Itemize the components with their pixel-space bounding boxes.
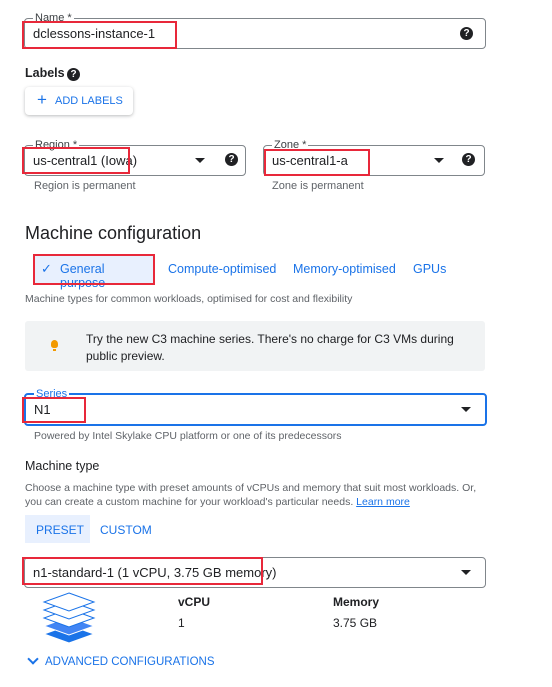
- vcpu-value: 1: [178, 616, 185, 630]
- tab-gpus[interactable]: GPUs: [413, 262, 446, 276]
- chevron-down-icon[interactable]: [434, 158, 444, 163]
- add-labels-label: ADD LABELS: [55, 95, 123, 107]
- labels-heading: Labels: [25, 66, 65, 80]
- tab-compute-optimised[interactable]: Compute-optimised: [168, 262, 276, 276]
- c3-notice: Try the new C3 machine series. There's n…: [25, 321, 485, 371]
- machine-type-value: n1-standard-1 (1 vCPU, 3.75 GB memory): [33, 565, 277, 580]
- region-value: us-central1 (Iowa): [33, 153, 138, 168]
- region-hint: Region is permanent: [34, 180, 136, 192]
- zone-help-icon[interactable]: ?: [462, 153, 475, 166]
- vcpu-label: vCPU: [178, 595, 211, 609]
- region-label: Region *: [33, 138, 80, 152]
- region-select[interactable]: Region * us-central1 (Iowa) ?: [24, 138, 246, 176]
- series-label: Series: [34, 387, 70, 401]
- machine-types-description: Machine types for common workloads, opti…: [25, 293, 353, 305]
- chevron-down-icon: [27, 653, 39, 665]
- add-labels-button[interactable]: + ADD LABELS: [25, 87, 133, 115]
- labels-help-icon[interactable]: ?: [67, 68, 80, 81]
- help-icon[interactable]: ?: [460, 27, 473, 40]
- plus-icon: +: [37, 90, 47, 109]
- zone-value: us-central1-a: [272, 153, 348, 168]
- tab-preset-label: PRESET: [36, 523, 85, 537]
- name-field-label: Name *: [33, 11, 74, 25]
- series-value: N1: [34, 402, 51, 417]
- tab-preset[interactable]: PRESET: [25, 515, 90, 543]
- memory-value: 3.75 GB: [333, 616, 378, 630]
- advanced-configurations-label: ADVANCED CONFIGURATIONS: [45, 656, 215, 668]
- lightbulb-base: [53, 349, 56, 351]
- notice-text: Try the new C3 machine series. There's n…: [86, 332, 454, 363]
- tab-general-purpose[interactable]: ✓ General purpose: [33, 254, 153, 290]
- tab-general-purpose-label: General purpose: [60, 262, 106, 290]
- zone-label: Zone *: [272, 138, 309, 152]
- machine-type-description: Choose a machine type with preset amount…: [25, 481, 480, 509]
- name-field[interactable]: Name * dclessons-instance-1 ?: [24, 11, 486, 49]
- tab-memory-optimised[interactable]: Memory-optimised: [293, 262, 396, 276]
- section-title: Machine configuration: [25, 223, 202, 243]
- name-field-value[interactable]: dclessons-instance-1: [33, 26, 155, 41]
- series-hint: Powered by Intel Skylake CPU platform or…: [34, 430, 342, 442]
- zone-select[interactable]: Zone * us-central1-a ?: [263, 138, 485, 176]
- tab-custom[interactable]: CUSTOM: [91, 515, 155, 543]
- chevron-down-icon[interactable]: [461, 570, 471, 575]
- lightbulb-icon: [51, 340, 58, 348]
- machine-type-heading: Machine type: [25, 459, 100, 473]
- labels-heading-text: Labels: [25, 66, 65, 80]
- series-select[interactable]: Series N1: [24, 387, 487, 426]
- check-icon: ✓: [41, 261, 52, 276]
- memory-label: Memory: [333, 595, 380, 609]
- chevron-down-icon[interactable]: [195, 158, 205, 163]
- learn-more-link[interactable]: Learn more: [356, 496, 410, 508]
- chevron-down-icon[interactable]: [461, 407, 471, 412]
- region-help-icon[interactable]: ?: [225, 153, 238, 166]
- zone-hint: Zone is permanent: [272, 180, 364, 192]
- tab-custom-label: CUSTOM: [100, 523, 152, 537]
- machine-layers-icon: [42, 592, 96, 644]
- machine-type-select[interactable]: n1-standard-1 (1 vCPU, 3.75 GB memory): [24, 557, 486, 588]
